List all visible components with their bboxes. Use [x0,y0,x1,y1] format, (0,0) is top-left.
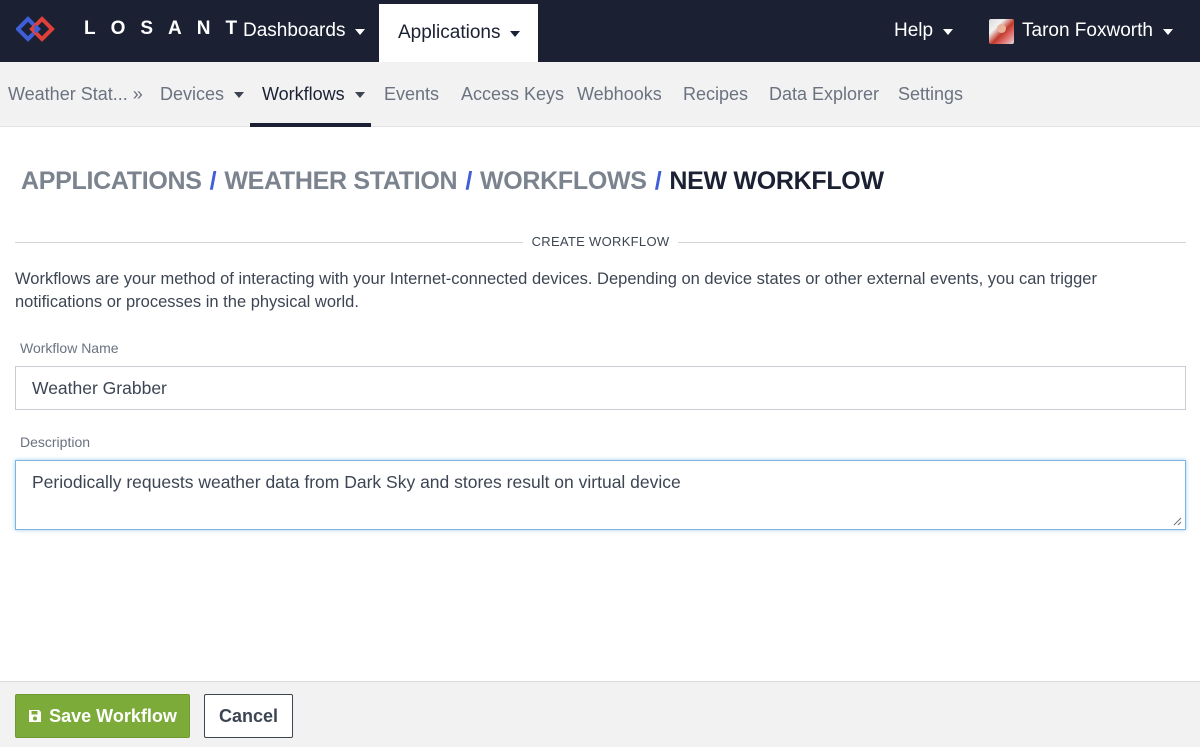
nav-applications-label: Applications [398,22,501,43]
subnav-access-keys-label: Access Keys [461,83,565,104]
subnav-access-keys[interactable]: Access Keys [461,62,564,126]
subnav-data-explorer-label: Data Explorer [769,83,880,104]
nav-dashboards[interactable]: Dashboards [243,0,366,62]
description-text: Periodically requests weather data from … [32,472,681,492]
nav-dashboards-label: Dashboards [243,20,346,41]
nav-help[interactable]: Help [894,0,954,62]
subnav-app-switcher[interactable]: Weather Stat... » [8,62,143,126]
breadcrumb-workflows[interactable]: WORKFLOWS [480,167,647,196]
subnav-settings-label: Settings [898,83,964,104]
caret-down-icon [234,92,245,98]
section-title: CREATE WORKFLOW [531,234,670,249]
section-divider-right [678,242,1186,243]
user-menu[interactable]: Taron Foxworth [989,0,1173,62]
subnav-settings[interactable]: Settings [898,62,963,126]
nav-help-label: Help [894,20,934,41]
description-textarea[interactable]: Periodically requests weather data from … [15,460,1186,530]
subnav-webhooks-label: Webhooks [577,83,662,104]
resize-grip-icon[interactable] [1173,517,1182,526]
workflow-name-input[interactable]: Weather Grabber [15,366,1186,410]
section-divider-left [15,242,523,243]
description-label: Description [20,434,91,450]
caret-down-icon [355,29,366,35]
breadcrumb-separator: / [654,166,662,195]
caret-down-icon [354,92,365,98]
user-name: Taron Foxworth [1022,20,1153,41]
top-navbar: LOSANT Dashboards Applications Help Taro… [0,0,1200,62]
losant-logo-icon [16,16,55,42]
caret-down-icon [943,29,954,35]
save-workflow-button[interactable]: Save Workflow [15,694,190,738]
avatar [989,18,1014,44]
subnav-workflows[interactable]: Workflows [262,62,365,126]
subnav-devices[interactable]: Devices [160,62,245,126]
intro-text: Workflows are your method of interacting… [15,270,1097,311]
breadcrumb: APPLICATIONS / WEATHER STATION / WORKFLO… [21,166,884,196]
subnav-events-label: Events [384,83,440,104]
subnav-webhooks[interactable]: Webhooks [577,62,662,126]
application-subnav: Weather Stat... » Devices Workflows Even… [0,62,1200,127]
subnav-recipes[interactable]: Recipes [683,62,748,126]
brand-logo[interactable]: LOSANT [16,14,252,44]
page-title: NEW WORKFLOW [669,166,884,195]
subnav-data-explorer[interactable]: Data Explorer [769,62,879,126]
breadcrumb-weather-station[interactable]: WEATHER STATION [224,167,457,196]
breadcrumb-separator: / [209,166,217,195]
subnav-workflows-label: Workflows [262,83,345,104]
cancel-label: Cancel [218,705,279,726]
subnav-events[interactable]: Events [384,62,439,126]
workflow-name-label: Workflow Name [20,340,119,356]
subnav-app-label: Weather Stat... » [8,83,143,104]
subnav-devices-label: Devices [160,83,225,104]
floppy-disk-icon [29,710,42,722]
brand-name: LOSANT [84,18,253,39]
caret-down-icon [510,31,521,37]
caret-down-icon [1162,29,1173,35]
cancel-button[interactable]: Cancel [204,694,293,738]
breadcrumb-applications[interactable]: APPLICATIONS [21,167,202,196]
active-tab-indicator [250,123,371,127]
nav-applications[interactable]: Applications [379,4,538,62]
save-workflow-label: Save Workflow [49,705,177,726]
subnav-recipes-label: Recipes [683,83,749,104]
breadcrumb-separator: / [465,166,472,195]
